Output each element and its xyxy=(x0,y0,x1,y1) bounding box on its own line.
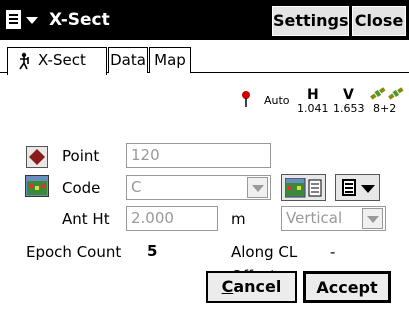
ant-ht-method-dropdown-button[interactable] xyxy=(362,208,383,229)
h-label: H xyxy=(307,87,319,103)
ant-ht-label: Ant Ht xyxy=(62,210,110,228)
v-label: V xyxy=(343,87,354,103)
tab-x-sect-label: X-Sect xyxy=(38,51,86,69)
point-icon-button[interactable] xyxy=(26,146,48,168)
cancel-button-label: Cancel xyxy=(221,277,282,296)
v-precision: 1.653 xyxy=(333,102,365,115)
document-menu-icon xyxy=(342,179,356,196)
dropdown-arrow-icon xyxy=(26,17,38,24)
along-cl-label: Along CL xyxy=(231,243,298,261)
point-label: Point xyxy=(62,147,100,165)
tab-x-sect[interactable]: X-Sect xyxy=(7,47,107,75)
ant-ht-unit: m xyxy=(231,210,246,228)
along-cl-value: - xyxy=(330,243,336,261)
ant-ht-method-value: Vertical xyxy=(286,209,343,227)
diamond-icon xyxy=(29,149,45,165)
epoch-count-label: Epoch Count xyxy=(26,243,122,261)
epoch-count-value: 5 xyxy=(147,242,158,260)
document-icon xyxy=(6,10,21,29)
dropdown-arrow-icon xyxy=(361,185,375,193)
code-label: Code xyxy=(62,179,101,197)
settings-button[interactable]: Settings xyxy=(272,6,349,36)
accept-button[interactable]: Accept xyxy=(303,271,391,303)
ant-ht-field[interactable]: 2.000 xyxy=(126,206,218,231)
satellite-count: 8+2 xyxy=(373,102,397,115)
code-menu-button[interactable] xyxy=(335,174,380,201)
window-title: X-Sect xyxy=(49,10,110,30)
code-book-icon xyxy=(285,178,322,198)
close-button[interactable]: Close xyxy=(352,6,406,36)
cancel-button[interactable]: Cancel xyxy=(206,271,297,303)
code-dropdown-button[interactable] xyxy=(247,177,268,198)
satellite-icon xyxy=(370,87,404,100)
tab-map[interactable]: Map xyxy=(149,47,191,73)
point-field[interactable]: 120 xyxy=(126,143,271,168)
location-pin-icon xyxy=(242,91,250,107)
title-bar: X-Sect Settings Close xyxy=(0,0,409,40)
mode-text: Auto xyxy=(264,94,290,107)
h-precision: 1.041 xyxy=(297,102,329,115)
tab-data[interactable]: Data xyxy=(108,47,148,73)
code-value: C xyxy=(131,178,142,196)
code-list-icon[interactable] xyxy=(25,175,49,197)
surveyor-icon xyxy=(19,52,29,70)
code-list-button[interactable] xyxy=(281,174,326,201)
app-menu-button[interactable] xyxy=(6,9,44,32)
